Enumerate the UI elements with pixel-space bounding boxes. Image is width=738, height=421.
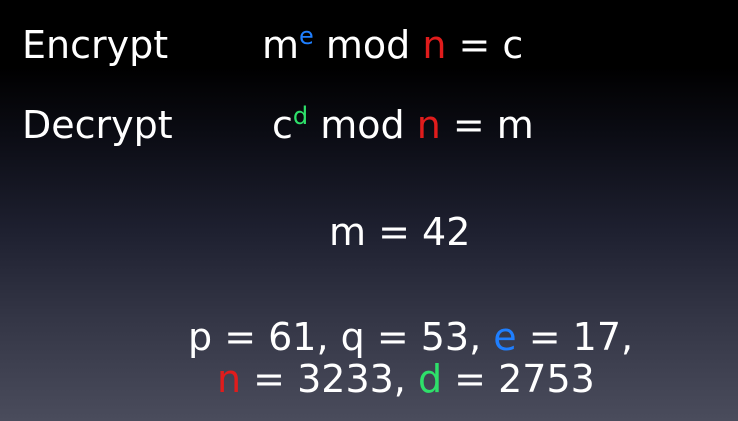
encrypt-label: Encrypt bbox=[22, 23, 169, 67]
params-line-1: p = 61, q = 53, e = 17, bbox=[188, 318, 633, 356]
param-d-value: = 2753 bbox=[442, 357, 595, 401]
param-n-value: = 3233, bbox=[241, 357, 418, 401]
param-n-name: n bbox=[217, 357, 242, 401]
decrypt-label: Decrypt bbox=[22, 103, 173, 147]
param-d-name: d bbox=[417, 357, 443, 401]
encrypt-formula: me mod n = c bbox=[262, 23, 524, 67]
encrypt-exponent: e bbox=[299, 22, 314, 50]
decrypt-formula: cd mod n = m bbox=[272, 103, 534, 147]
encrypt-base: m bbox=[262, 23, 300, 67]
decrypt-exponent: d bbox=[292, 102, 309, 130]
decrypt-modulus: n bbox=[416, 103, 441, 147]
param-p: p = 61, bbox=[188, 315, 341, 359]
encrypt-modulus: n bbox=[422, 23, 447, 67]
decrypt-result: = m bbox=[440, 103, 534, 147]
param-q: q = 53, bbox=[340, 315, 494, 359]
param-e-value: = 17, bbox=[516, 315, 634, 359]
param-e-name: e bbox=[493, 315, 517, 359]
decrypt-mod-text: mod bbox=[308, 103, 417, 147]
params-line-2: n = 3233, d = 2753 bbox=[217, 360, 595, 398]
message-value: m = 42 bbox=[329, 210, 471, 254]
encrypt-result: = c bbox=[446, 23, 524, 67]
encrypt-mod-text: mod bbox=[313, 23, 423, 67]
slide: Encrypt me mod n = c Decrypt cd mod n = … bbox=[0, 0, 738, 421]
decrypt-base: c bbox=[272, 103, 293, 147]
